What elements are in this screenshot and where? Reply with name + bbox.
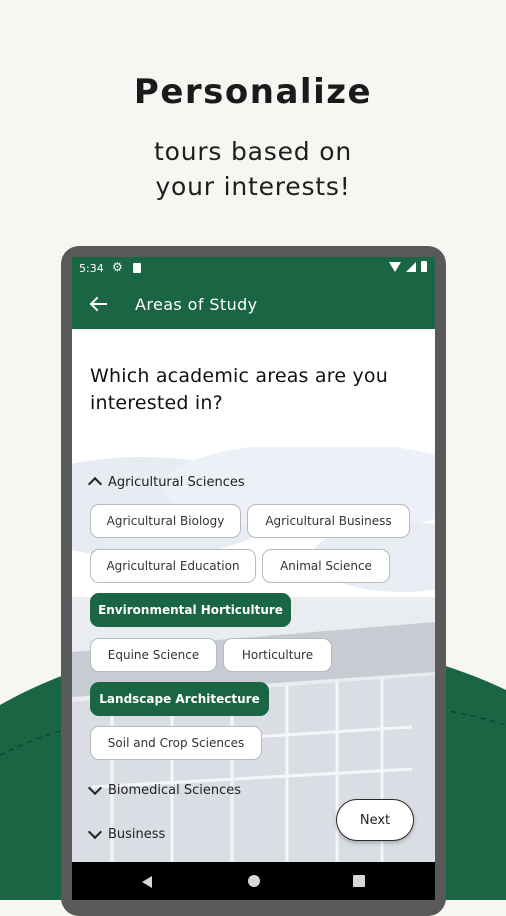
chip-agricultural-biology[interactable]: Agricultural Biology (90, 504, 241, 538)
nav-home-icon[interactable] (248, 875, 260, 887)
promo-subtitle-line1: tours based on (154, 137, 352, 166)
status-bar: 5:34 ⚙ (72, 257, 435, 281)
status-time: 5:34 (79, 262, 104, 275)
chip-environmental-horticulture[interactable]: Environmental Horticulture (90, 593, 291, 627)
wifi-icon (389, 261, 401, 272)
promo-subtitle-line2: your interests! (155, 172, 351, 201)
section-label: Agricultural Sciences (108, 474, 245, 490)
nav-recents-icon[interactable] (353, 875, 365, 887)
app-bar-title: Areas of Study (135, 295, 258, 314)
section-business[interactable]: Business (87, 824, 166, 844)
status-icons (389, 261, 427, 272)
battery-icon (421, 261, 427, 272)
chip-agricultural-business[interactable]: Agricultural Business (247, 504, 410, 538)
phone-screen: 5:34 ⚙ Areas of Study Which academic are… (72, 257, 435, 900)
section-label: Biomedical Sciences (108, 782, 242, 798)
chevron-down-icon (87, 824, 103, 840)
system-nav-bar (72, 862, 435, 900)
settings-icon: ⚙ (112, 260, 123, 274)
chip-landscape-architecture[interactable]: Landscape Architecture (90, 682, 269, 716)
next-button[interactable]: Next (336, 799, 414, 841)
chip-equine-science[interactable]: Equine Science (90, 638, 217, 672)
section-agricultural-sciences[interactable]: Agricultural Sciences (87, 472, 245, 492)
section-biomedical-sciences[interactable]: Biomedical Sciences (87, 780, 242, 800)
question-text: Which academic areas are you interested … (90, 365, 388, 414)
chip-horticulture[interactable]: Horticulture (223, 638, 332, 672)
section-label: Business (108, 826, 166, 842)
chevron-down-icon (87, 780, 103, 796)
chevron-up-icon (87, 476, 103, 492)
signal-icon (406, 261, 416, 272)
chip-animal-science[interactable]: Animal Science (262, 549, 390, 583)
back-arrow-icon[interactable] (86, 292, 110, 316)
promo-subtitle: tours based on your interests! (0, 134, 506, 204)
sd-card-icon (133, 263, 141, 273)
nav-back-icon[interactable] (142, 876, 152, 888)
chip-agricultural-education[interactable]: Agricultural Education (90, 549, 256, 583)
promo-title: Personalize (133, 72, 373, 112)
app-bar: Areas of Study (72, 281, 435, 329)
chip-soil-and-crop-sciences[interactable]: Soil and Crop Sciences (90, 726, 262, 760)
